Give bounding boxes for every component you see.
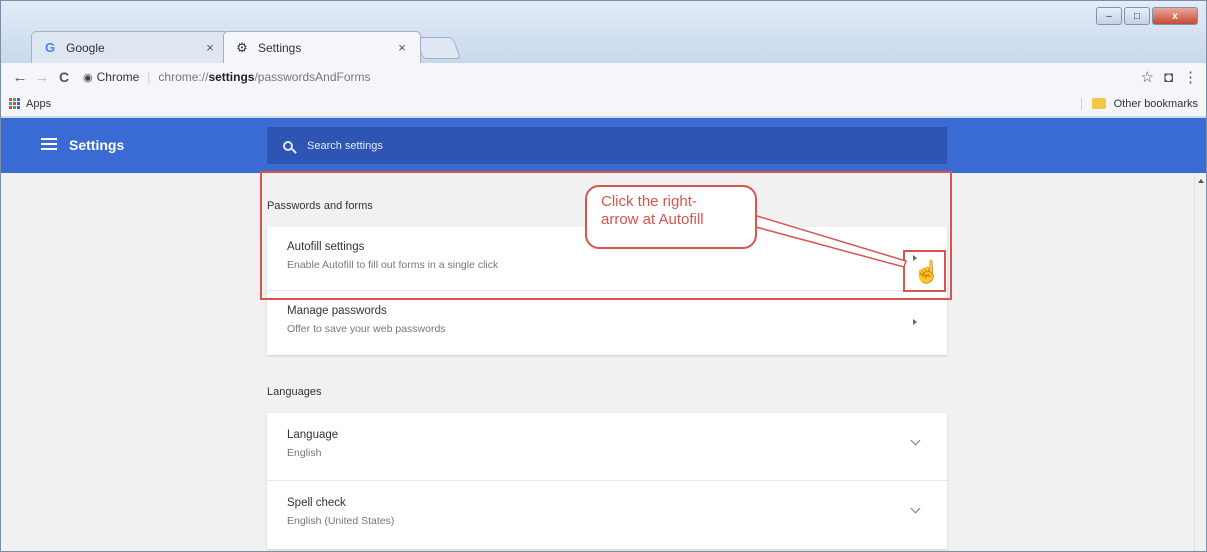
- callout-connector: [739, 212, 907, 268]
- tab-label: Settings: [258, 40, 302, 55]
- tab-settings[interactable]: ⚙ Settings ×: [223, 31, 421, 63]
- close-icon[interactable]: ×: [394, 40, 410, 55]
- browser-window: G Google × ⚙ Settings × – □ x ← → C ◉ Ch…: [0, 0, 1207, 552]
- annotation-callout: Click the right- arrow at Autofill: [585, 185, 757, 249]
- callout-line-2: arrow at Autofill: [601, 211, 704, 228]
- gear-icon: ⚙: [236, 39, 248, 55]
- callout-line-1: Click the right-: [601, 193, 697, 210]
